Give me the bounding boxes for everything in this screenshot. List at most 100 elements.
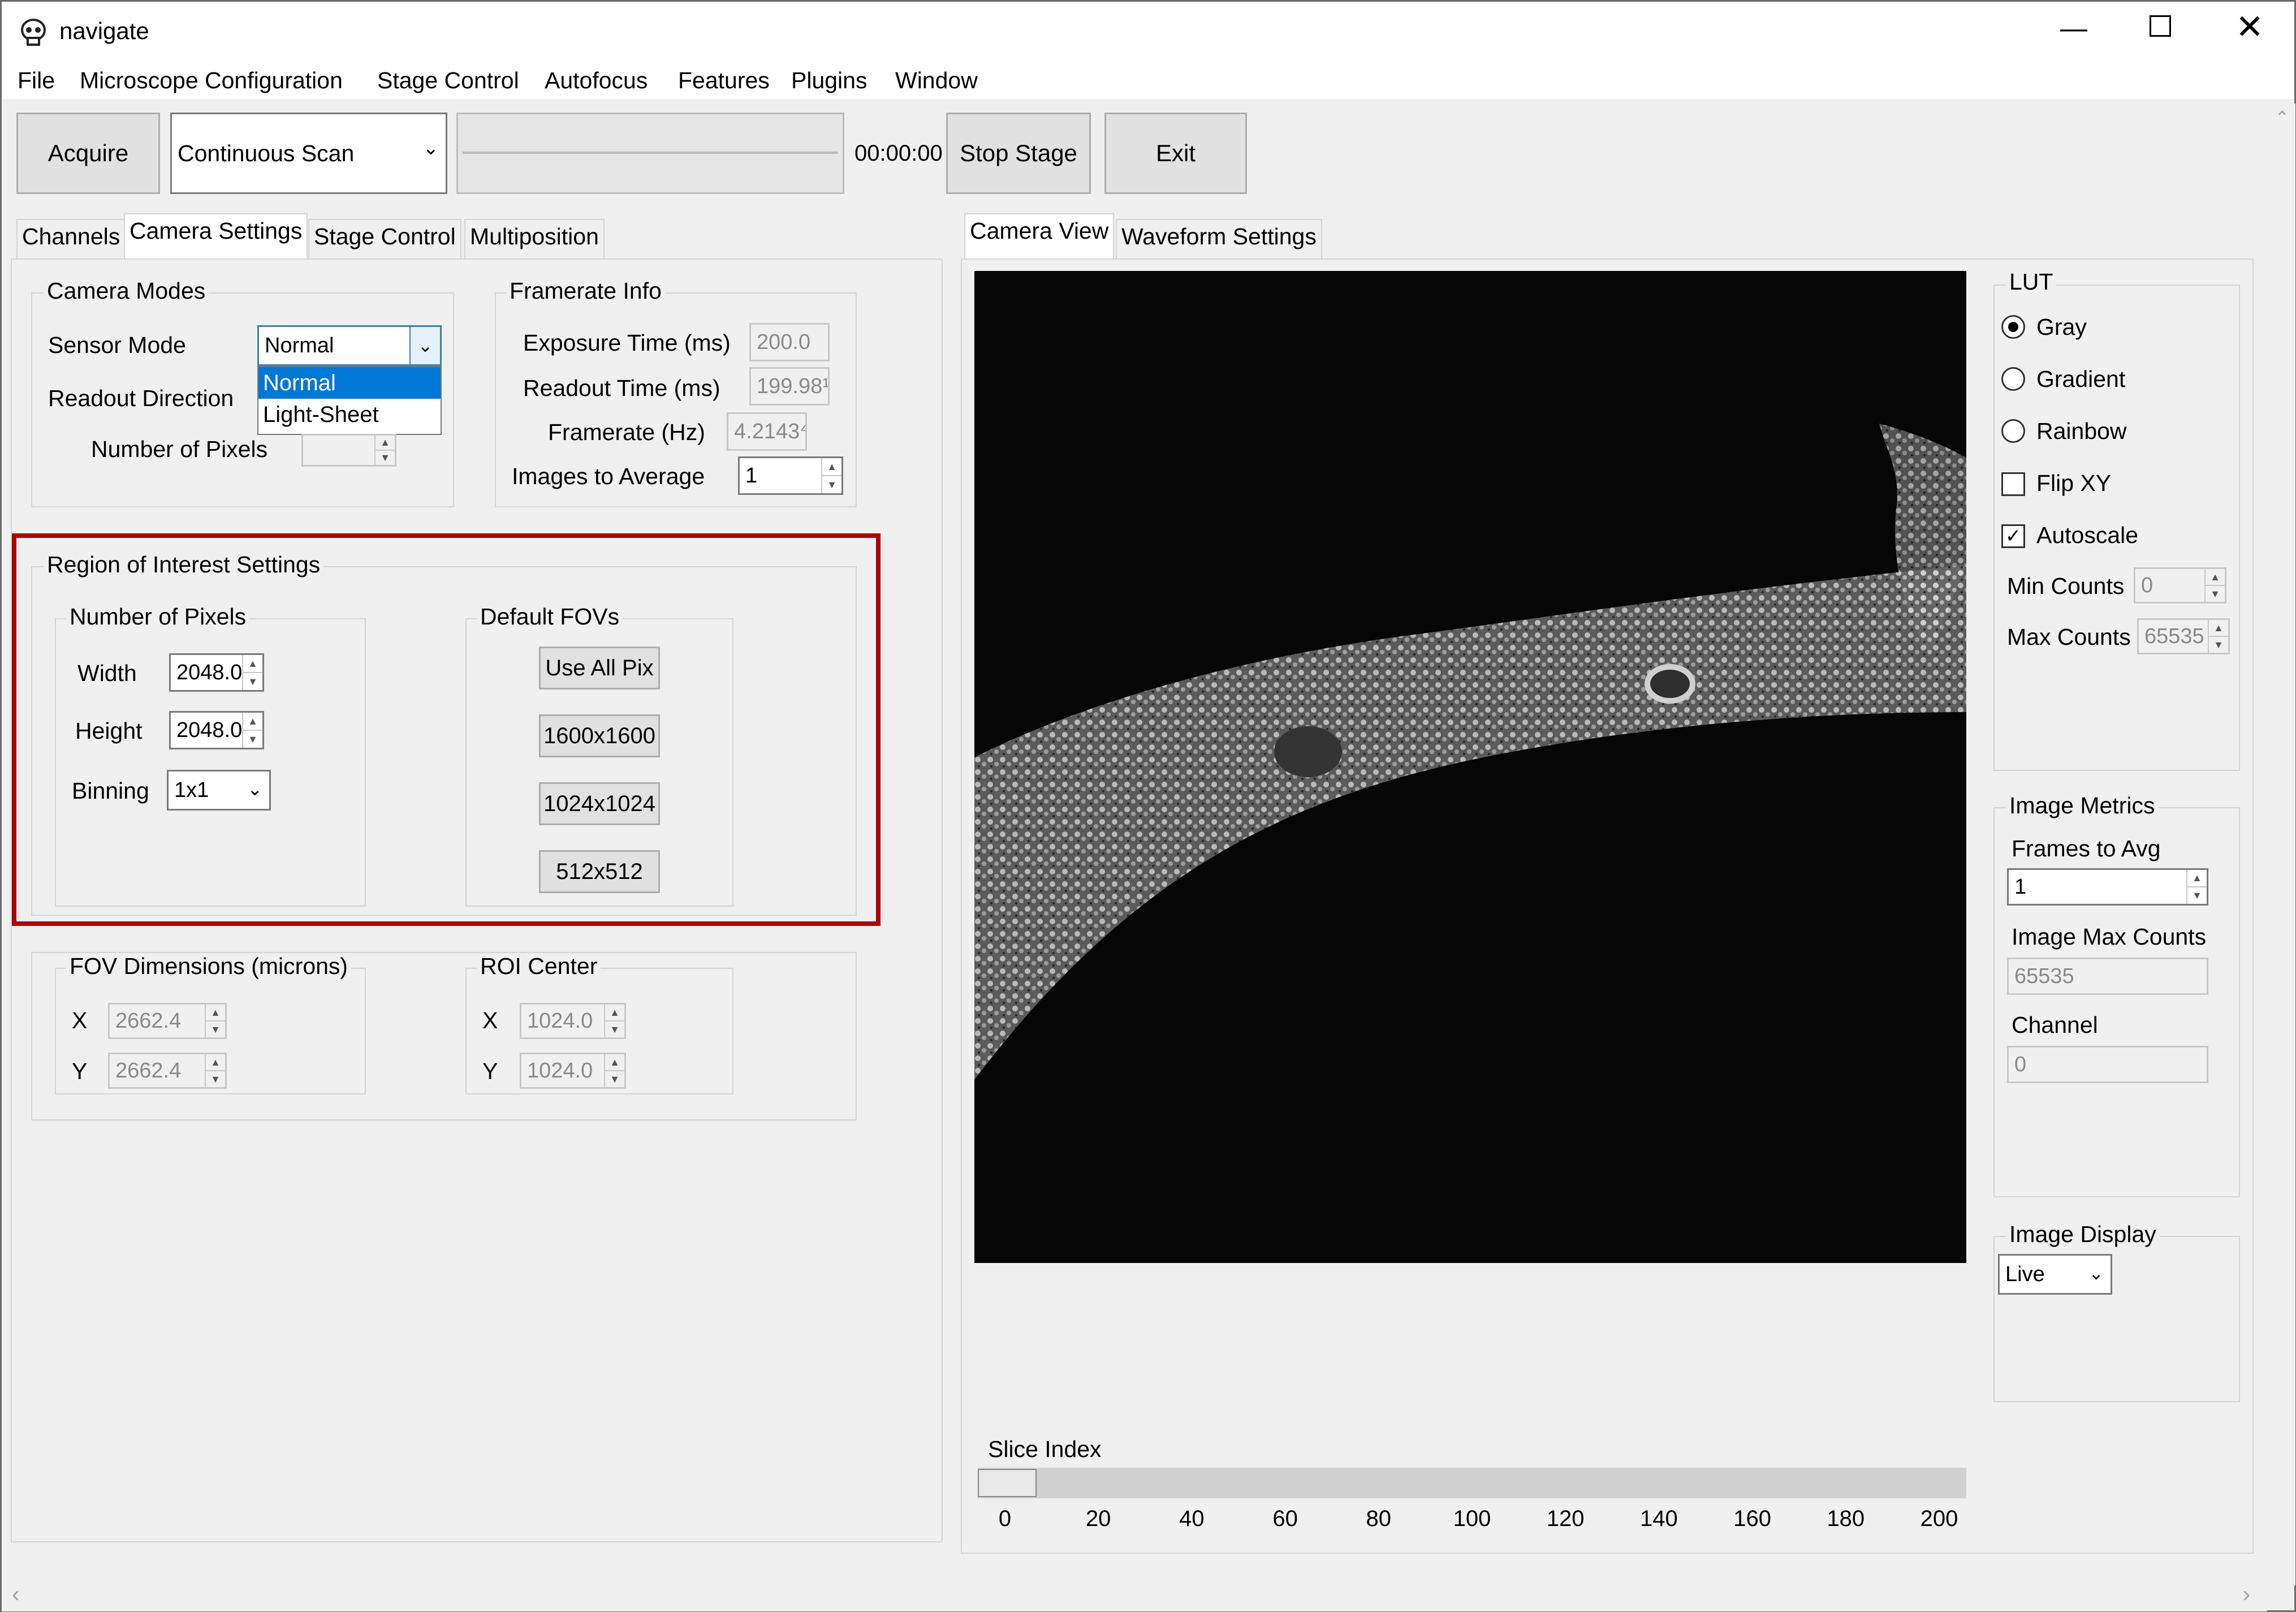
sensor-mode-select[interactable]: Normal ⌄ — [257, 325, 442, 366]
roi-center-y-label: Y — [482, 1058, 498, 1084]
slice-index-slider[interactable] — [978, 1468, 1966, 1498]
spinner-arrows: ▲ ▼ — [604, 1005, 624, 1037]
spinner-arrows[interactable]: ▲ ▼ — [242, 655, 262, 690]
tab-multiposition[interactable]: Multiposition — [464, 219, 605, 258]
spinner-arrows[interactable]: ▲ ▼ — [821, 458, 841, 493]
acquisition-mode-select[interactable]: Continuous Scan ⌄ — [170, 113, 447, 194]
height-value: 2048.0 — [176, 718, 243, 742]
menu-microscope-configuration[interactable]: Microscope Configuration — [80, 67, 343, 94]
images-to-average-value: 1 — [745, 463, 758, 488]
dropdown-option-light-sheet[interactable]: Light-Sheet — [258, 399, 441, 430]
image-max-counts-label: Image Max Counts — [2012, 924, 2207, 950]
tab-channels[interactable]: Channels — [16, 219, 126, 258]
fov-y-field: 2662.4 ▲ ▼ — [108, 1053, 227, 1089]
fov-x-label: X — [72, 1007, 88, 1033]
tab-waveform-settings[interactable]: Waveform Settings — [1116, 219, 1322, 258]
slice-tick-label: 40 — [1179, 1506, 1205, 1531]
tab-camera-view[interactable]: Camera View — [964, 213, 1115, 258]
app-window: navigate — ✕ File Microscope Configurati… — [0, 0, 2296, 1612]
dropdown-option-normal[interactable]: Normal — [258, 367, 441, 399]
spinner-arrows: ▲ ▼ — [2204, 569, 2225, 602]
roi-center-title: ROI Center — [477, 953, 601, 980]
scroll-up-icon[interactable]: ⌃ — [2275, 108, 2289, 128]
fov-dimensions-title: FOV Dimensions (microns) — [66, 953, 352, 980]
spinner-arrows: ▲ ▼ — [604, 1054, 624, 1087]
chevron-down-icon[interactable]: ⌄ — [409, 327, 440, 364]
title-bar: navigate — ✕ — [2, 2, 2294, 64]
progress-bar — [456, 113, 844, 194]
image-metrics-title: Image Metrics — [2006, 792, 2159, 819]
exposure-time-field: 200.0 — [749, 323, 830, 361]
slice-index-label: Slice Index — [988, 1436, 1102, 1462]
menu-autofocus[interactable]: Autofocus — [545, 67, 648, 94]
slice-tick-label: 20 — [1085, 1506, 1111, 1531]
horizontal-scrollbar[interactable]: ‹ › — [2, 1580, 2267, 1611]
roi-settings-title: Region of Interest Settings — [44, 551, 324, 578]
fov-y-label: Y — [72, 1058, 88, 1084]
slice-slider-thumb[interactable] — [978, 1469, 1037, 1497]
images-to-average-label: Images to Average — [512, 463, 705, 489]
binning-select[interactable]: 1x1 ⌄ — [167, 770, 271, 811]
max-counts-label: Max Counts — [2007, 624, 2131, 650]
height-spinbox[interactable]: 2048.0 ▲ ▼ — [169, 711, 264, 749]
minimize-button[interactable]: — — [2060, 13, 2087, 44]
image-max-counts-field: 65535 — [2007, 958, 2208, 995]
exit-button[interactable]: Exit — [1104, 113, 1247, 194]
autoscale-checkbox[interactable]: ✓ — [2001, 524, 2025, 548]
fov-x-field: 2662.4 ▲ ▼ — [108, 1003, 227, 1039]
min-counts-label: Min Counts — [2007, 573, 2125, 599]
use-all-pix-button[interactable]: Use All Pix — [539, 646, 660, 689]
tab-camera-settings[interactable]: Camera Settings — [124, 213, 308, 258]
roi-center-x-field: 1024.0 ▲ ▼ — [520, 1003, 626, 1039]
image-display-value: Live — [2005, 1262, 2045, 1286]
image-display-select[interactable]: Live ⌄ — [1998, 1254, 2112, 1295]
vertical-scrollbar[interactable]: ⌃ — [2267, 104, 2295, 1585]
menu-features[interactable]: Features — [678, 67, 770, 94]
slice-tick-label: 200 — [1920, 1506, 1958, 1531]
lut-gray-label: Gray — [2036, 314, 2087, 340]
width-label: Width — [77, 660, 137, 686]
camera-pixels-label: Number of Pixels — [91, 436, 268, 462]
menu-file[interactable]: File — [18, 67, 55, 94]
fov-1600-button[interactable]: 1600x1600 — [539, 714, 660, 757]
flip-xy-checkbox[interactable] — [2001, 472, 2025, 496]
channel-field: 0 — [2007, 1046, 2208, 1083]
menu-plugins[interactable]: Plugins — [791, 67, 867, 94]
roi-center-y-value: 1024.0 — [527, 1058, 593, 1083]
camera-image[interactable] — [974, 271, 1966, 1263]
tab-stage-control[interactable]: Stage Control — [308, 219, 461, 258]
spinner-arrows[interactable]: ▲ ▼ — [2186, 870, 2207, 904]
frames-to-avg-label: Frames to Avg — [2012, 835, 2161, 861]
width-spinbox[interactable]: 2048.0 ▲ ▼ — [169, 653, 264, 692]
fov-1024-button[interactable]: 1024x1024 — [539, 782, 660, 825]
lut-rainbow-radio[interactable] — [2001, 419, 2025, 443]
maximize-button[interactable] — [2150, 15, 2171, 37]
acquire-button[interactable]: Acquire — [16, 113, 160, 194]
default-fovs-title: Default FOVs — [477, 604, 623, 630]
lut-gray-radio[interactable] — [2001, 315, 2025, 339]
stop-stage-button[interactable]: Stop Stage — [946, 113, 1091, 194]
roi-center-y-field: 1024.0 ▲ ▼ — [520, 1053, 626, 1089]
fov-x-value: 2662.4 — [115, 1008, 182, 1033]
acquisition-mode-value: Continuous Scan — [178, 140, 355, 166]
close-button[interactable]: ✕ — [2235, 7, 2264, 47]
scroll-left-icon[interactable]: ‹ — [12, 1582, 19, 1607]
max-counts-value: 65535 — [2144, 624, 2204, 648]
menu-window[interactable]: Window — [895, 67, 978, 94]
frames-to-avg-spinbox[interactable]: 1 ▲ ▼ — [2007, 868, 2208, 906]
channel-label: Channel — [2012, 1012, 2098, 1038]
min-counts-field: 0 ▲ ▼ — [2134, 567, 2226, 604]
max-counts-field: 65535 ▲ ▼ — [2137, 618, 2230, 654]
fluorescence-sample-image — [974, 424, 1966, 1080]
scroll-right-icon[interactable]: › — [2243, 1582, 2250, 1607]
menu-stage-control[interactable]: Stage Control — [377, 67, 519, 94]
slice-tick-label: 80 — [1366, 1506, 1392, 1531]
fov-512-button[interactable]: 512x512 — [539, 850, 660, 893]
binning-value: 1x1 — [174, 778, 209, 802]
spinner-arrows[interactable]: ▲ ▼ — [242, 713, 262, 748]
lut-gradient-radio[interactable] — [2001, 367, 2025, 391]
spinner-arrows[interactable]: ▲ ▼ — [374, 436, 395, 465]
images-to-average-spinbox[interactable]: 1 ▲ ▼ — [738, 456, 843, 495]
chevron-down-icon: ⌄ — [422, 137, 439, 159]
framerate-info-title: Framerate Info — [506, 278, 665, 304]
